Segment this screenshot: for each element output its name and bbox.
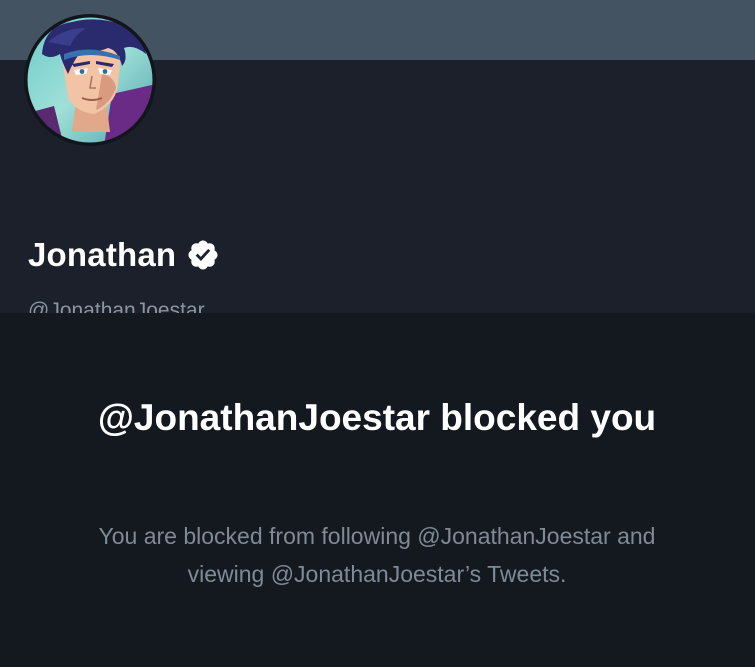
avatar-image (24, 14, 156, 146)
display-name: Jonathan (28, 236, 177, 273)
profile-page: Jonathan @JonathanJoestar @JonathanJoest… (0, 0, 755, 667)
verified-badge-icon[interactable] (186, 238, 220, 272)
blocked-description: You are blocked from following @Jonathan… (98, 523, 656, 587)
blocked-message-section: @JonathanJoestar blocked you You are blo… (0, 313, 755, 667)
blocked-title: @JonathanJoestar blocked you (97, 397, 657, 438)
name-row: Jonathan (28, 236, 220, 274)
avatar[interactable] (24, 14, 156, 146)
